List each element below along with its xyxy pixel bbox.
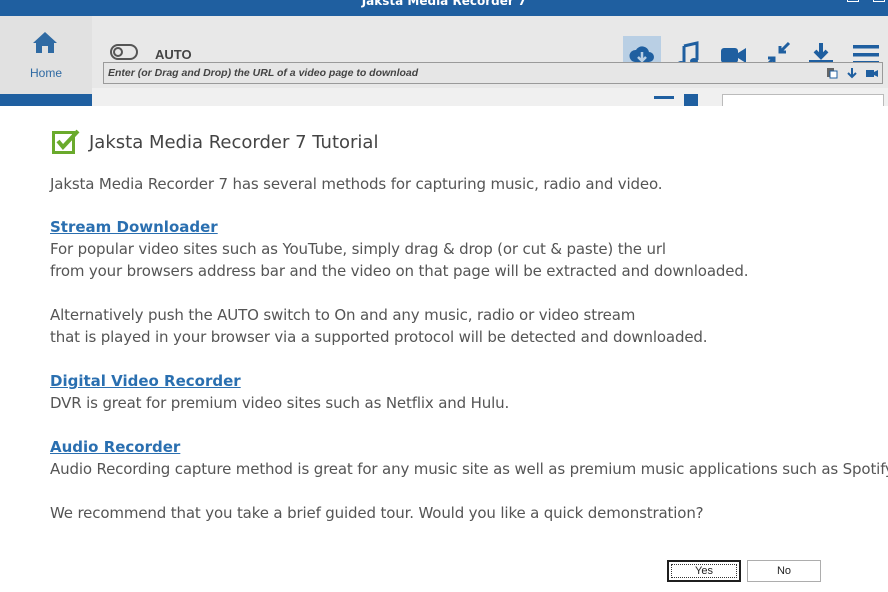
audio-recorder-link[interactable]: Audio Recorder (50, 438, 180, 456)
toggle-knob (113, 47, 123, 57)
dvr-text: DVR is great for premium video sites suc… (50, 394, 510, 412)
auto-toggle[interactable] (110, 44, 138, 60)
stream-downloader-link[interactable]: Stream Downloader (50, 218, 218, 236)
no-button[interactable]: No (747, 560, 821, 582)
url-placeholder: Enter (or Drag and Drop) the URL of a vi… (108, 67, 419, 79)
window-title: Jaksta Media Recorder 7 (361, 0, 527, 8)
audio-recorder-text: Audio Recording capture method is great … (50, 460, 888, 478)
tutorial-dialog: Jaksta Media Recorder 7 Tutorial Jaksta … (0, 106, 888, 592)
dialog-title: Jaksta Media Recorder 7 Tutorial (89, 132, 379, 153)
stream-downloader-text-2: from your browsers address bar and the v… (50, 262, 749, 280)
stream-downloader-text-4: that is played in your browser via a sup… (50, 328, 708, 346)
stream-downloader-text-3: Alternatively push the AUTO switch to On… (50, 306, 636, 324)
home-icon[interactable] (32, 30, 58, 54)
sidebar-selection-indicator (0, 94, 92, 106)
close-button[interactable] (873, 0, 885, 2)
sidebar-item-home[interactable]: Home (0, 66, 92, 80)
sidebar: Home (0, 16, 92, 106)
minimize-button[interactable] (847, 0, 859, 2)
title-bar: Jaksta Media Recorder 7 (0, 0, 888, 16)
stream-downloader-text-1: For popular video sites such as YouTube,… (50, 240, 666, 258)
digital-video-recorder-link[interactable]: Digital Video Recorder (50, 372, 241, 390)
checkbox-checked-icon (52, 129, 80, 154)
list-view-icon[interactable] (654, 96, 674, 99)
sub-toolbar (92, 88, 888, 108)
intro-text: Jaksta Media Recorder 7 has several meth… (50, 175, 663, 193)
url-input[interactable]: Enter (or Drag and Drop) the URL of a vi… (103, 62, 883, 84)
paste-icon[interactable] (826, 67, 838, 79)
auto-label: AUTO (155, 47, 192, 62)
yes-button[interactable]: Yes (667, 560, 741, 582)
arrow-down-icon[interactable] (846, 67, 858, 79)
grid-view-icon[interactable] (684, 94, 698, 106)
video-small-icon[interactable] (866, 67, 878, 79)
closing-text: We recommend that you take a brief guide… (50, 504, 704, 522)
